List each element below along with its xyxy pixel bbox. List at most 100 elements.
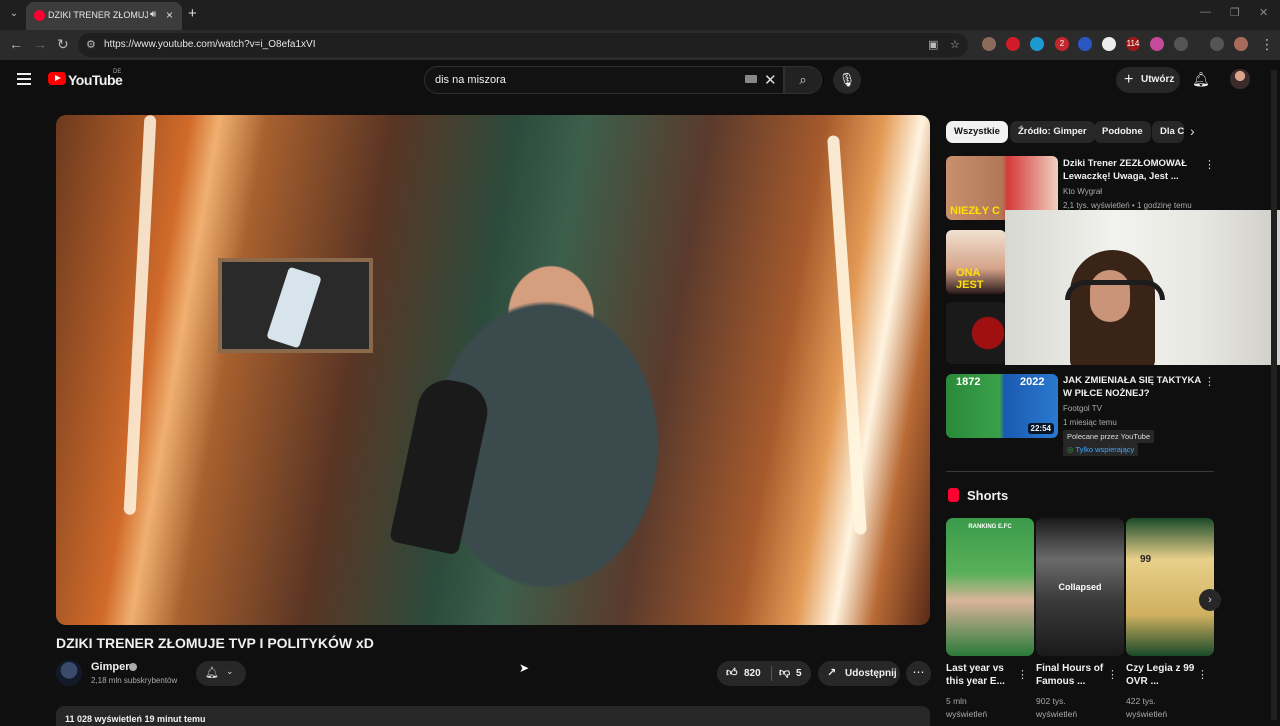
keyboard-icon[interactable]	[745, 75, 757, 83]
reading-list-icon[interactable]	[1210, 37, 1224, 51]
subscription-bell-button[interactable]: 🔔︎ ⌄	[196, 661, 246, 686]
forward-arrow-icon[interactable]: →	[33, 36, 47, 52]
short-views-count: 902 tys.	[1036, 696, 1066, 706]
site-info-icon[interactable]: ⚙	[86, 38, 96, 51]
extension-badge-icon[interactable]: 114	[1126, 37, 1140, 51]
short-views: 422 tys. wyświetleń	[1126, 695, 1201, 721]
recommendation-title[interactable]: JAK ZMIENIAŁA SIĘ TAKTYKA W PIŁCE NOŻNEJ…	[1063, 374, 1201, 400]
microphone	[389, 374, 493, 556]
thumb-down-icon[interactable]: 👎︎	[779, 666, 790, 679]
shorts-section-title: Shorts	[967, 488, 1009, 503]
minimize-icon[interactable]: —	[1200, 6, 1211, 18]
restore-icon[interactable]: ❐	[1230, 6, 1240, 19]
page-scrollbar[interactable]	[1271, 70, 1277, 720]
url-text: https://www.youtube.com/watch?v=i_O8efa1…	[104, 39, 316, 50]
description-box[interactable]: 11 028 wyświetleń 19 minut temu	[56, 706, 930, 726]
video-title: DZIKI TRENER ZŁOMUJE TVP I POLITYKÓW xD	[56, 635, 374, 651]
dzik-can-poster	[218, 258, 373, 353]
chevron-right-icon[interactable]: ›	[1190, 123, 1195, 139]
share-icon: ↗	[827, 667, 837, 679]
voice-search-button[interactable]: 🎙︎	[833, 66, 861, 94]
install-app-icon[interactable]: ▣	[928, 38, 938, 51]
search-input[interactable]: dis na miszora ✕	[424, 66, 784, 94]
short-menu-icon[interactable]: ⋮	[1017, 668, 1028, 681]
mic-icon: 🎙︎	[838, 72, 856, 87]
tab-list-chevron-icon[interactable]: ⌄	[6, 6, 22, 22]
bell-icon: 🔔︎	[205, 667, 219, 679]
extension-icon[interactable]	[1030, 37, 1044, 51]
browser-menu-icon[interactable]: ⋮	[1260, 36, 1274, 53]
chip-all[interactable]: Wszystkie	[946, 121, 1008, 143]
recommendation-channel[interactable]: Kto Wygrał	[1063, 187, 1102, 196]
section-divider	[946, 471, 1214, 472]
channel-avatar[interactable]	[56, 660, 82, 686]
thumb-up-icon[interactable]: 👍︎	[726, 666, 738, 679]
reload-icon[interactable]: ↻	[57, 36, 69, 53]
share-button[interactable]: ↗ Udostępnij	[818, 661, 900, 686]
mouse-cursor-icon: ➤	[519, 661, 530, 675]
short-thumbnail[interactable]: Collapsed	[1036, 518, 1124, 656]
dislike-count[interactable]: 5	[796, 668, 802, 679]
neon-lamp	[827, 135, 867, 535]
short-menu-icon[interactable]: ⋮	[1197, 668, 1208, 681]
short-title[interactable]: Last year vs this year E...	[946, 662, 1021, 688]
channel-name[interactable]: Gimper	[91, 661, 130, 673]
audio-playing-icon[interactable]: 🔊︎	[150, 9, 156, 20]
recommendation-title[interactable]: Dziki Trener ZEZŁOMOWAŁ Lewaczkę! Uwaga,…	[1063, 157, 1201, 183]
recommended-badge: Polecane przez YouTube	[1063, 430, 1155, 443]
short-views-count: 5 mln	[946, 696, 967, 706]
short-thumbnail[interactable]: 99	[1126, 518, 1214, 656]
new-tab-plus-icon[interactable]: +	[188, 5, 197, 22]
like-dislike-group: 👍︎ 820 👎︎ 5	[717, 661, 811, 686]
notifications-bell-icon[interactable]: 🔔︎	[1192, 71, 1210, 88]
extension-icon[interactable]	[1006, 37, 1020, 51]
browser-tab-active[interactable]: DZIKI TRENER ZŁOMUJE TV 🔊︎ ×	[26, 2, 182, 30]
recommendation-thumbnail[interactable]	[946, 302, 1006, 364]
extension-badge-icon[interactable]: 2	[1055, 37, 1069, 51]
bookmark-star-icon[interactable]: ☆	[950, 38, 960, 51]
shorts-next-chevron-icon[interactable]: ›	[1199, 589, 1221, 611]
like-count[interactable]: 820	[744, 668, 761, 679]
short-title[interactable]: Czy Legia z 99 OVR ...	[1126, 662, 1201, 688]
recommendation-channel[interactable]: Footgol TV	[1063, 404, 1102, 413]
extension-icon[interactable]	[1078, 37, 1092, 51]
chip-related[interactable]: Podobne	[1094, 121, 1151, 143]
extensions-puzzle-icon[interactable]	[1174, 37, 1188, 51]
tab-close-icon[interactable]: ×	[166, 8, 173, 22]
short-views-label: wyświetleń	[946, 709, 988, 719]
recommendation-menu-icon[interactable]: ⋮	[1204, 375, 1215, 388]
tab-title: DZIKI TRENER ZŁOMUJE TV	[48, 10, 148, 20]
create-button[interactable]: + Utwórz	[1116, 67, 1180, 93]
short-views: 5 mln wyświetleń	[946, 695, 1021, 721]
address-bar[interactable]: ⚙ https://www.youtube.com/watch?v=i_O8ef…	[78, 33, 968, 57]
search-button[interactable]: ⌕	[784, 66, 822, 94]
share-label: Udostępnij	[845, 668, 897, 679]
extension-icon[interactable]	[982, 37, 996, 51]
short-title[interactable]: Final Hours of Famous ...	[1036, 662, 1111, 688]
recommendation-menu-icon[interactable]: ⋮	[1204, 158, 1215, 171]
menu-hamburger-icon[interactable]	[17, 73, 31, 88]
recommendation-thumbnail[interactable]: ONA JEST	[946, 230, 1006, 294]
back-arrow-icon[interactable]: ←	[9, 36, 23, 52]
clear-search-icon[interactable]: ✕	[764, 71, 777, 89]
account-avatar[interactable]	[1230, 69, 1250, 89]
extension-icon[interactable]	[1150, 37, 1164, 51]
chip-from-channel[interactable]: Źródło: Gimper	[1010, 121, 1095, 143]
window-close-icon[interactable]: ✕	[1259, 6, 1268, 19]
country-code: DE	[113, 69, 122, 75]
short-menu-icon[interactable]: ⋮	[1107, 668, 1118, 681]
members-only-badge: ◎ Tylko wspierający	[1063, 443, 1139, 456]
recommendation-thumbnail[interactable]: 1872 2022 22:54	[946, 374, 1058, 438]
youtube-logo-icon[interactable]	[48, 72, 66, 85]
short-views-count: 422 tys.	[1126, 696, 1156, 706]
profile-avatar-icon[interactable]	[1234, 37, 1248, 51]
short-views: 902 tys. wyświetleń	[1036, 695, 1111, 721]
extension-icon[interactable]	[1102, 37, 1116, 51]
short-thumbnail[interactable]: RANKING E.FC	[946, 518, 1034, 656]
plus-icon: +	[1124, 71, 1134, 88]
more-actions-button[interactable]: ⋯	[906, 661, 931, 686]
chip-for-you[interactable]: Dla Ciebie	[1152, 121, 1184, 143]
webcam-overlay	[1005, 210, 1280, 365]
youtube-favicon-icon	[34, 10, 45, 21]
video-player[interactable]	[56, 115, 930, 625]
